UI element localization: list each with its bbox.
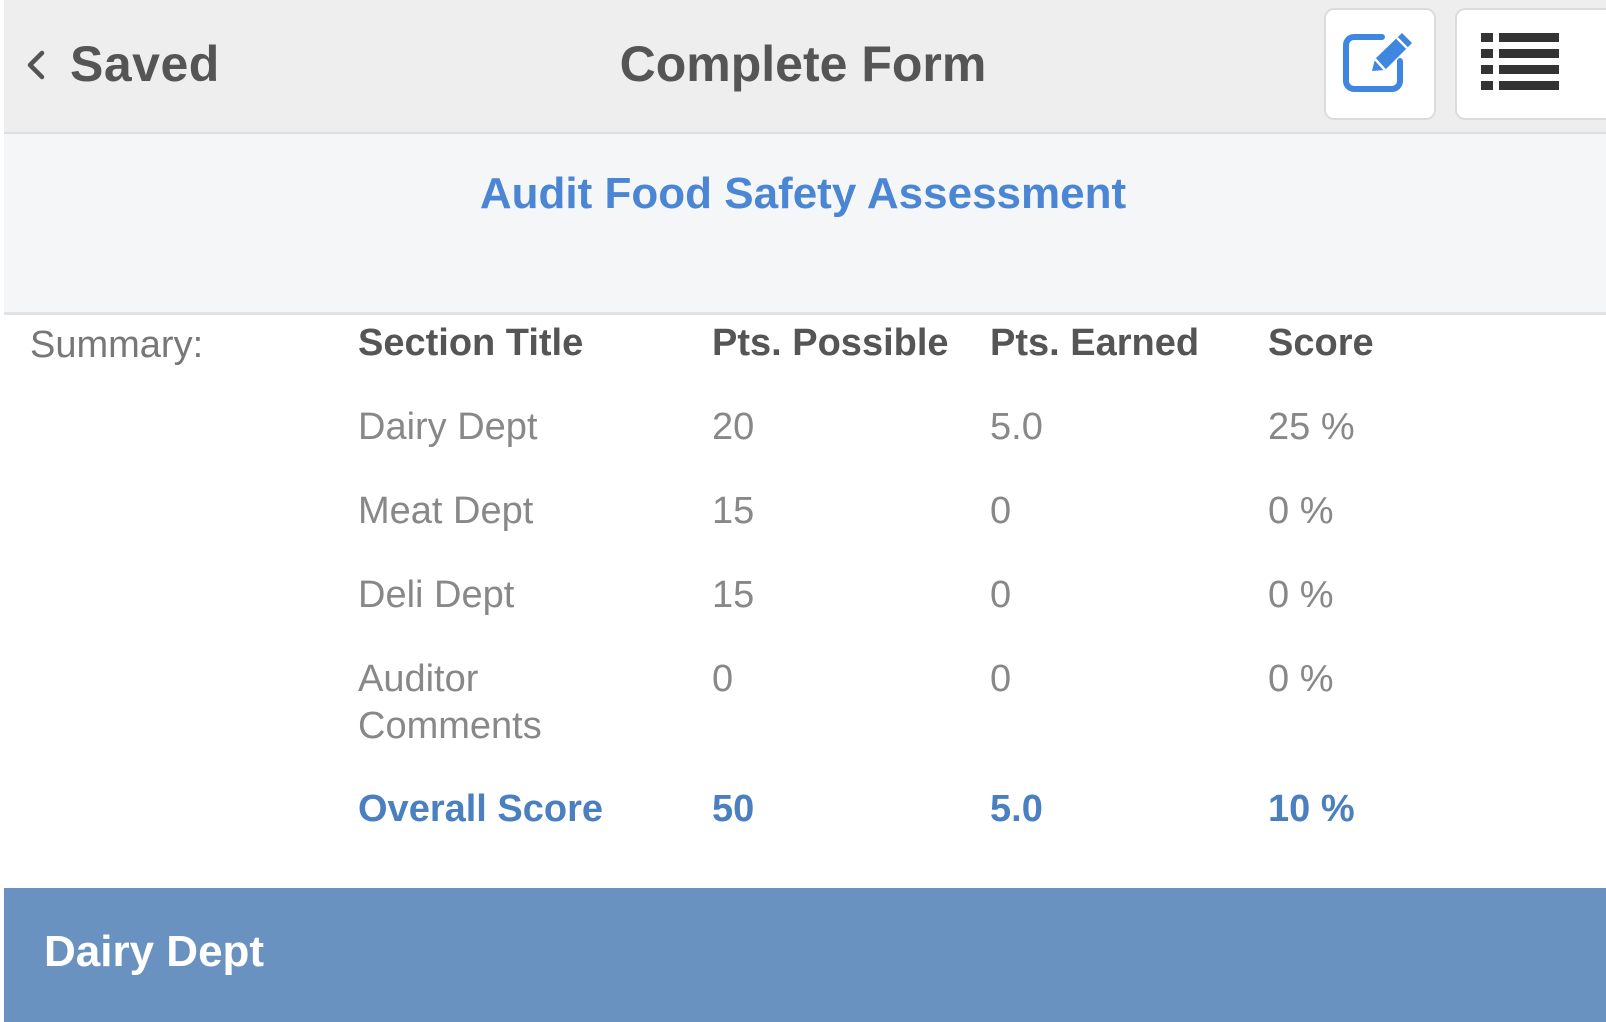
- chevron-left-icon: [24, 34, 52, 94]
- list-icon: [1481, 32, 1559, 96]
- pts-possible-cell: 20: [712, 406, 755, 448]
- section-header-dairy-dept[interactable]: Dairy Dept: [0, 888, 1606, 1022]
- section-title: Dairy Dept: [44, 927, 265, 976]
- edit-button[interactable]: [1324, 8, 1436, 120]
- overall-pts-earned: 5.0: [990, 788, 1043, 830]
- table-row: Auditor Comments 0 0 0 %: [358, 656, 1558, 786]
- app-frame: Saved Complete Form Audit Food Safety As…: [0, 0, 1606, 1022]
- summary-table: Section Title Pts. Possible Pts. Earned …: [358, 320, 1558, 870]
- pts-possible-cell: 15: [712, 490, 755, 532]
- pts-earned-cell: 0: [990, 574, 1012, 616]
- overall-score-value: 10 %: [1268, 788, 1355, 830]
- col-header-section-title: Section Title: [358, 322, 584, 364]
- section-title-cell: Dairy Dept: [358, 406, 538, 448]
- table-row: Dairy Dept 20 5.0 25 %: [358, 404, 1558, 488]
- pts-possible-cell: 15: [712, 574, 755, 616]
- pts-earned-cell: 0: [990, 658, 1012, 700]
- form-title: Audit Food Safety Assessment: [479, 169, 1127, 218]
- pts-possible-cell: 0: [712, 658, 734, 700]
- section-title-cell: Meat Dept: [358, 490, 534, 532]
- list-button[interactable]: [1455, 8, 1606, 120]
- section-title-cell: Deli Dept: [358, 574, 515, 616]
- summary-label: Summary:: [30, 324, 204, 366]
- summary-header-row: Section Title Pts. Possible Pts. Earned …: [358, 320, 1558, 404]
- score-cell: 0 %: [1268, 490, 1334, 532]
- pts-earned-cell: 0: [990, 490, 1012, 532]
- overall-pts-possible: 50: [712, 788, 755, 830]
- table-row: Deli Dept 15 0 0 %: [358, 572, 1558, 656]
- overall-score-row: Overall Score 50 5.0 10 %: [358, 786, 1558, 870]
- score-cell: 0 %: [1268, 658, 1334, 700]
- score-cell: 25 %: [1268, 406, 1355, 448]
- form-title-band: Audit Food Safety Assessment: [0, 134, 1606, 315]
- back-button[interactable]: Saved: [24, 34, 220, 94]
- pts-earned-cell: 5.0: [990, 406, 1043, 448]
- edit-note-icon: [1342, 31, 1418, 98]
- score-cell: 0 %: [1268, 574, 1334, 616]
- top-bar: Saved Complete Form: [0, 0, 1606, 134]
- left-edge: [0, 0, 4, 1022]
- back-label: Saved: [70, 36, 220, 92]
- col-header-pts-earned: Pts. Earned: [990, 322, 1200, 364]
- col-header-pts-possible: Pts. Possible: [712, 322, 949, 364]
- table-row: Meat Dept 15 0 0 %: [358, 488, 1558, 572]
- section-title-cell: Auditor Comments: [358, 658, 542, 747]
- overall-score-label: Overall Score: [358, 788, 604, 830]
- col-header-score: Score: [1268, 322, 1374, 364]
